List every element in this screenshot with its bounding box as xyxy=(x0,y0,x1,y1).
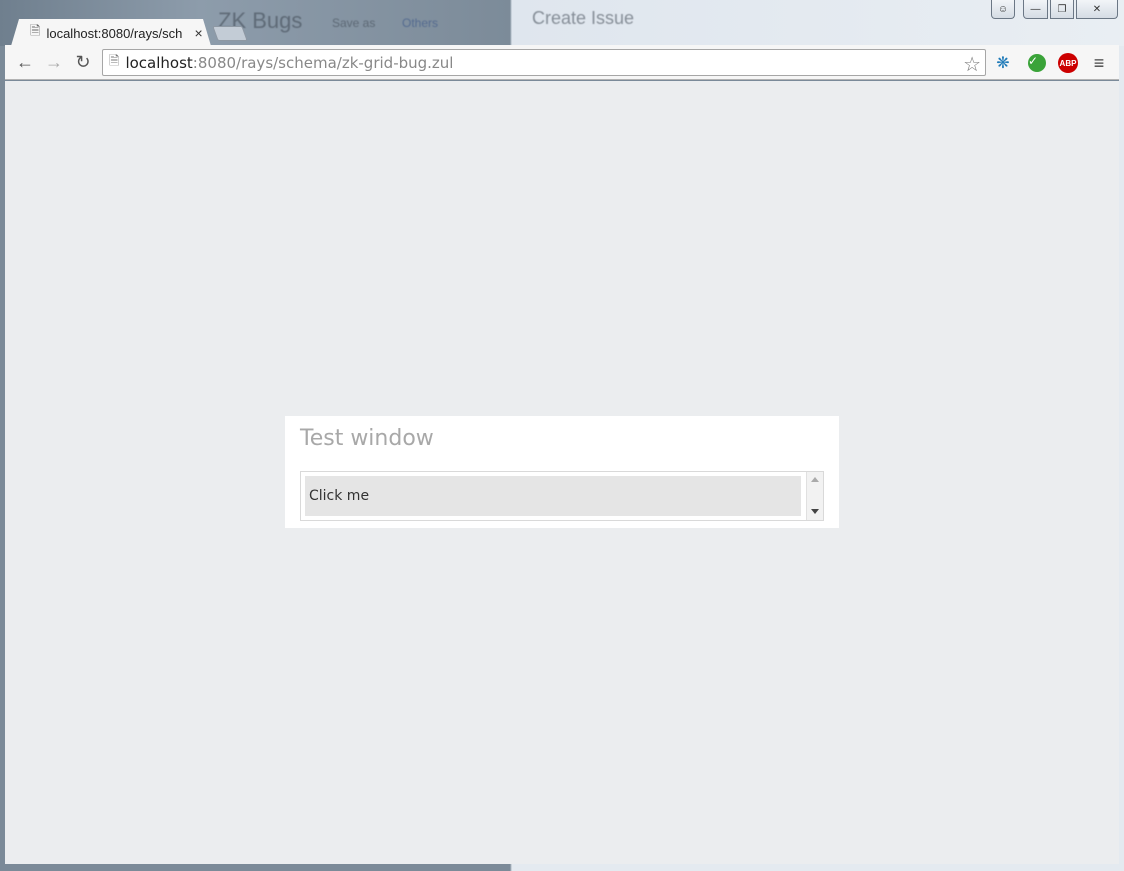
scroll-down-arrow-icon[interactable] xyxy=(811,509,819,514)
minimize-icon: — xyxy=(1030,3,1041,15)
adblock-icon: ABP xyxy=(1058,53,1078,73)
maximize-button[interactable]: ❐ xyxy=(1050,0,1074,19)
restore-icon: ❐ xyxy=(1057,3,1067,15)
reload-icon: ↻ xyxy=(75,51,91,72)
close-icon: ✕ xyxy=(1092,3,1102,15)
user-icon: ☺ xyxy=(997,3,1009,15)
chrome-menu-button[interactable]: ≡ xyxy=(1088,52,1110,74)
extension-network-icon[interactable]: ❋ xyxy=(992,52,1014,74)
adblock-button[interactable]: ABP xyxy=(1057,52,1079,74)
forward-arrow-icon: → xyxy=(45,51,63,72)
url-host: localhost xyxy=(125,53,193,72)
grid-row[interactable]: Click me xyxy=(305,476,801,516)
forward-button[interactable]: → xyxy=(42,51,66,73)
reload-button[interactable]: ↻ xyxy=(71,51,95,73)
grid-scrollbar[interactable] xyxy=(806,472,823,520)
test-window: Test window Click me xyxy=(285,416,839,528)
scroll-up-arrow-icon[interactable] xyxy=(811,477,819,482)
url-text[interactable]: localhost:8080/rays/schema/zk-grid-bug.z… xyxy=(125,54,453,72)
tab-content: 🗎 localhost:8080/rays/sch × xyxy=(30,23,206,42)
page-viewport: Test window Click me xyxy=(5,81,1119,864)
page-icon: 🗎 xyxy=(109,52,120,68)
browser-toolbar: ← → ↻ 🗎 localhost:8080/rays/schema/zk-gr… xyxy=(5,45,1119,80)
window-controls: ☺ — ❐ ✕ xyxy=(991,0,1118,20)
minimize-button[interactable]: — xyxy=(1023,0,1048,19)
bookmark-star-icon[interactable]: ☆ xyxy=(963,52,981,77)
address-bar[interactable]: 🗎 localhost:8080/rays/schema/zk-grid-bug… xyxy=(102,49,986,76)
bg-ghost-others: Others xyxy=(402,16,439,30)
url-path: :8080/rays/schema/zk-grid-bug.zul xyxy=(192,53,454,72)
hamburger-menu-icon: ≡ xyxy=(1093,52,1105,73)
bg-ghost-create-issue: Create Issue xyxy=(532,8,635,28)
window-frame-right xyxy=(1119,46,1124,866)
window-title: Test window xyxy=(300,426,434,451)
back-button[interactable]: ← xyxy=(13,51,37,73)
bg-ghost-save: Save as xyxy=(332,16,376,30)
tab-close-button[interactable]: × xyxy=(194,25,202,41)
window-frame-bottom xyxy=(0,864,1124,871)
new-tab-button[interactable] xyxy=(212,26,248,41)
tab-title: localhost:8080/rays/sch xyxy=(46,25,183,41)
user-profile-button[interactable]: ☺ xyxy=(991,0,1015,19)
check-icon: ✓ xyxy=(1028,54,1046,72)
extension-check-icon[interactable]: ✓ xyxy=(1026,52,1048,74)
page-icon: 🗎 xyxy=(30,23,41,38)
close-window-button[interactable]: ✕ xyxy=(1076,0,1118,19)
row-label: Click me xyxy=(309,488,370,504)
grid: Click me xyxy=(300,471,824,521)
back-arrow-icon: ← xyxy=(16,51,34,72)
